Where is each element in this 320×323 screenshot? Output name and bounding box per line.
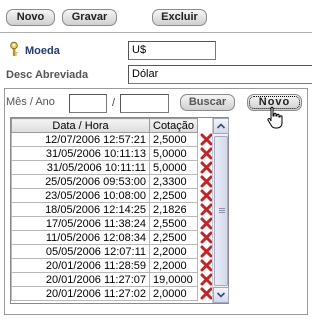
cell-rate: 2,1826 [149, 202, 198, 217]
delete-x-icon [200, 147, 212, 160]
short-desc-label: Desc Abreviada [6, 69, 89, 81]
delete-x-icon [200, 287, 213, 300]
key-icon [8, 41, 22, 57]
delete-x-icon [200, 259, 212, 272]
new-button[interactable]: Novo [6, 9, 55, 26]
currency-field[interactable]: U$ [128, 41, 216, 60]
toolbar-divider [0, 32, 312, 33]
delete-x-icon [200, 133, 212, 146]
table-row[interactable]: 18/05/2006 12:14:25 2,1826 [11, 202, 215, 217]
cell-rate: 2,2000 [149, 258, 198, 273]
cell-datetime: 31/05/2006 10:11:11 [11, 160, 150, 175]
cell-rate: 2,2500 [149, 188, 198, 203]
cell-datetime: 23/05/2006 10:08:00 [11, 188, 150, 203]
cell-datetime: 20/01/2006 11:27:02 [11, 286, 150, 301]
cell-rate: 2,2000 [149, 244, 198, 259]
table-row[interactable]: 11/05/2006 12:08:34 2,2500 [11, 230, 215, 245]
table-row[interactable]: 20/01/2006 11:28:59 2,2000 [11, 258, 215, 273]
table-scrollbar[interactable] [212, 118, 229, 303]
table-row[interactable]: 20/01/2006 11:27:02 2,0000 [11, 286, 215, 301]
cell-datetime: 12/07/2006 12:57:21 [11, 132, 150, 147]
cell-rate: 2,5500 [149, 216, 198, 231]
year-input[interactable] [120, 94, 169, 113]
cell-rate: 5,0000 [149, 160, 198, 175]
delete-x-icon [200, 203, 212, 216]
cell-rate: 2,5000 [149, 132, 198, 147]
chevron-up-icon [216, 123, 226, 129]
delete-x-icon [200, 189, 212, 202]
column-header-rate[interactable]: Cotação [149, 118, 198, 133]
cell-rate: 19,0000 [149, 272, 198, 287]
delete-x-icon [200, 217, 212, 230]
table-row[interactable]: 12/07/2006 12:57:21 2,5000 [11, 132, 215, 147]
period-separator: / [112, 97, 116, 109]
month-input[interactable] [69, 94, 107, 113]
table-row[interactable]: 31/05/2006 10:11:11 5,0000 [11, 160, 215, 175]
delete-x-icon [200, 245, 212, 258]
cell-datetime: 20/01/2006 11:28:59 [11, 258, 150, 273]
cell-datetime: 17/05/2006 11:38:24 [11, 216, 150, 231]
delete-button[interactable]: Excluir [152, 9, 207, 26]
cell-datetime: 05/05/2006 12:07:11 [11, 244, 150, 259]
cell-datetime: 11/05/2006 12:08:34 [11, 230, 150, 245]
search-button[interactable]: Buscar [180, 94, 235, 111]
table-row[interactable]: 23/05/2006 10:08:00 2,2500 [11, 188, 215, 203]
cell-datetime: 20/01/2006 11:27:07 [11, 272, 150, 287]
save-button[interactable]: Gravar [62, 9, 117, 26]
chevron-down-icon [216, 292, 226, 298]
delete-x-icon [200, 273, 212, 286]
cell-datetime: 31/05/2006 10:11:13 [11, 146, 150, 161]
delete-x-icon [200, 231, 212, 244]
cell-rate: 5,0000 [149, 146, 198, 161]
short-desc-field[interactable]: Dólar [128, 65, 312, 84]
delete-x-icon [200, 175, 212, 188]
scroll-thumb[interactable] [214, 136, 228, 286]
table-row[interactable]: 25/05/2006 09:53:00 2,3300 [11, 174, 215, 189]
scroll-down-button[interactable] [213, 287, 229, 303]
cell-datetime: 18/05/2006 12:14:25 [11, 202, 150, 217]
table-row[interactable]: 17/05/2006 11:38:24 2,5500 [11, 216, 215, 231]
period-label: Mês / Ano [6, 96, 55, 108]
hand-cursor-icon [267, 106, 283, 129]
cell-rate: 2,0000 [149, 286, 198, 301]
cell-datetime: 25/05/2006 09:53:00 [11, 174, 150, 189]
table-row[interactable]: 05/05/2006 12:07:11 2,2000 [11, 244, 215, 259]
cell-rate: 2,3300 [149, 174, 198, 189]
currency-label: Moeda [25, 45, 60, 57]
scroll-up-button[interactable] [213, 118, 229, 134]
delete-x-icon [200, 161, 212, 174]
quotes-table: Data / Hora Cotação 12/07/2006 12:57:21 2… [10, 117, 229, 304]
table-row[interactable]: 31/05/2006 10:11:13 5,0000 [11, 146, 215, 161]
column-header-datetime[interactable]: Data / Hora [11, 118, 150, 133]
cell-rate: 2,2500 [149, 230, 198, 245]
table-row[interactable]: 20/01/2006 11:27:07 19,0000 [11, 272, 215, 287]
